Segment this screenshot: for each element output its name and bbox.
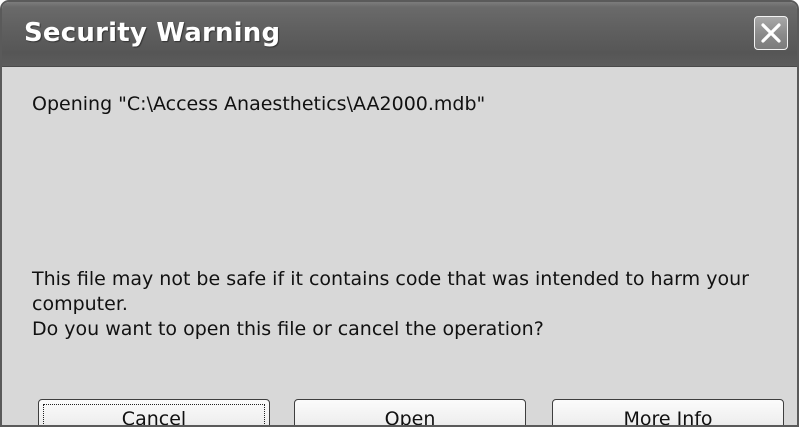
- warning-text-line-2: computer.: [32, 293, 128, 315]
- more-info-mnemonic: M: [623, 408, 640, 427]
- more-info-label-rest: ore Info: [639, 408, 713, 427]
- opening-file-text: Opening "C:\Access Anaesthetics\AA2000.m…: [32, 93, 486, 115]
- more-info-button-label: More Info: [623, 408, 713, 427]
- window-title: Security Warning: [24, 18, 281, 48]
- cancel-button[interactable]: Cancel: [38, 399, 270, 427]
- more-info-button[interactable]: More Info: [552, 399, 784, 427]
- question-text: Do you want to open this file or cancel …: [32, 318, 544, 340]
- cancel-mnemonic: C: [121, 408, 136, 427]
- dialog-body: Opening "C:\Access Anaesthetics\AA2000.m…: [2, 67, 797, 425]
- close-icon: [761, 23, 781, 43]
- open-button[interactable]: Open: [294, 399, 526, 427]
- open-mnemonic: O: [384, 408, 400, 427]
- close-button[interactable]: [754, 16, 788, 50]
- open-button-label: Open: [384, 408, 436, 427]
- title-bar[interactable]: Security Warning: [2, 2, 797, 67]
- security-warning-dialog: Security Warning Opening "C:\Access Anae…: [0, 0, 799, 427]
- cancel-button-label: Cancel: [121, 408, 187, 427]
- warning-text-line-1: This file may not be safe if it contains…: [32, 268, 749, 290]
- open-label-rest: pen: [399, 408, 436, 427]
- cancel-label-rest: ancel: [135, 408, 187, 427]
